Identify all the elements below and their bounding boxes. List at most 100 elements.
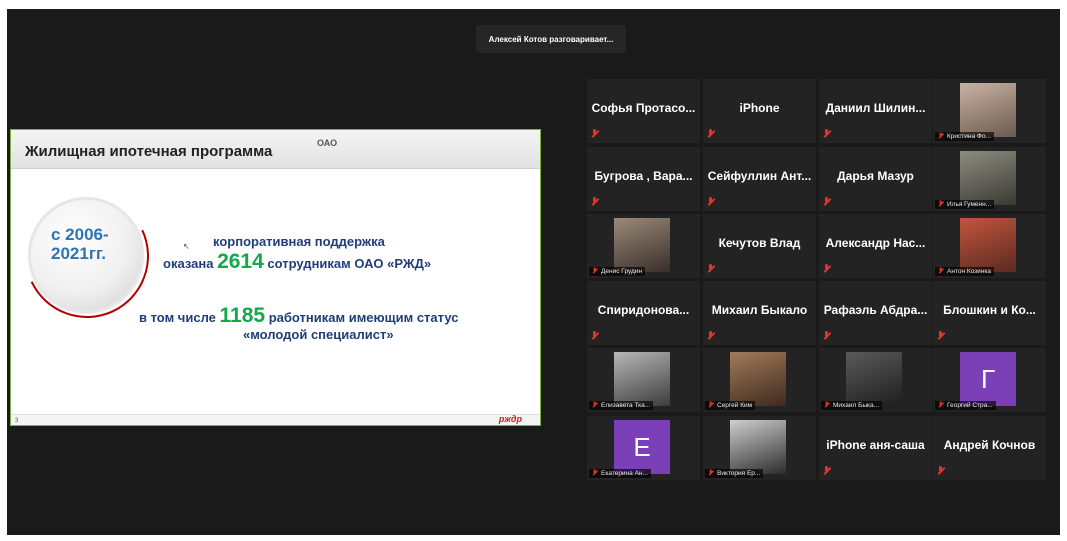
line3-suffix: работникам имеющим статус [268,310,459,325]
participant-name: Спиридонова... [597,303,690,317]
participant-name-text: Виктория Ер... [717,470,761,477]
participant-name: Илья Гуменн... [935,200,995,209]
participant-tile[interactable]: Андрей Кочнов [933,416,1046,480]
slide-line-3: в том числе 1185 работникам имеющим стат… [139,304,458,328]
participant-avatar: Е [614,420,670,474]
participant-tile[interactable]: Михаил Быка... [819,348,932,412]
participant-name: Дарья Мазур [837,169,914,183]
participant-tile[interactable]: iPhone [703,79,816,143]
participant-name-text: Георгий Стра... [947,402,993,409]
muted-mic-icon [938,267,944,273]
slide-line-4: «молодой специалист» [243,327,394,342]
slide-title: Жилищная ипотечная программа [25,143,273,160]
muted-mic-icon [824,401,830,407]
slide-line-2: оказана 2614 сотрудникам ОАО «РЖД» [163,250,431,274]
participant-video [846,352,902,406]
participant-tile[interactable]: Кечутов Влад [703,214,816,278]
participant-tile[interactable]: Антон Козинка [933,214,1046,278]
participant-name: Сергей Ким [705,401,756,410]
muted-mic-icon [592,267,598,273]
participant-name: Виктория Ер... [705,469,764,478]
muted-mic-icon [823,331,831,340]
participant-name: Рафаэль Абдра... [823,303,928,317]
participant-tile[interactable]: Блошкин и Ко... [933,281,1046,345]
rzd-logo: рждр [498,414,522,424]
participant-tile[interactable]: Илья Гуменн... [933,147,1046,211]
participant-tile[interactable]: Г Георгий Стра... [933,348,1046,412]
participant-tile[interactable]: Александр Нас... [819,214,932,278]
participant-avatar: Г [960,352,1016,406]
participant-name: Антон Козинка [935,267,994,276]
participant-name: Сейфуллин Ант... [707,169,812,183]
participant-name-text: Михаил Быка... [833,402,880,409]
line2-prefix: оказана [163,256,214,271]
slide-title-tail: ОАО [317,138,338,148]
participant-tile[interactable]: Спиридонова... [587,281,700,345]
participant-tile[interactable]: Виктория Ер... [703,416,816,480]
muted-mic-icon [592,401,598,407]
participant-tile[interactable]: Елизавета Тка... [587,348,700,412]
period-text: с 2006- 2021гг. [51,225,109,263]
participant-name: Бугрова , Вара... [594,169,693,183]
participant-name: Георгий Стра... [935,401,996,410]
participant-video [730,420,786,474]
line3-prefix: в том числе [139,310,216,325]
participant-name-text: Антон Козинка [947,268,991,275]
participant-tile[interactable]: Денис Грудин [587,214,700,278]
participant-name-text: Денис Грудин [601,268,643,275]
line3-number: 1185 [219,304,266,327]
muted-mic-icon [938,200,944,206]
participant-tile[interactable]: Сергей Ким [703,348,816,412]
muted-mic-icon [823,129,831,138]
muted-mic-icon [708,401,714,407]
participant-video [614,352,670,406]
participant-name: Александр Нас... [825,236,926,250]
participant-name: Софья Протасо... [591,101,696,115]
participant-name: Екатерина Ан... [589,469,651,478]
participant-tile[interactable]: Даниил Шилин... [819,79,932,143]
participant-name-text: Илья Гуменн... [947,201,992,208]
participant-tile[interactable]: Михаил Быкало [703,281,816,345]
muted-mic-icon [592,469,598,475]
participant-name: Михаил Быкало [711,303,808,317]
participant-name: iPhone аня-саша [826,438,925,452]
muted-mic-icon [937,331,945,340]
participant-tile[interactable]: Дарья Мазур [819,147,932,211]
participant-video [960,83,1016,137]
participant-tile[interactable]: Е Екатерина Ан... [587,416,700,480]
participant-video [730,352,786,406]
participant-name: iPhone [739,101,780,115]
muted-mic-icon [708,469,714,475]
line2-suffix: сотрудникам ОАО «РЖД» [267,256,432,271]
participant-tile[interactable]: Софья Протасо... [587,79,700,143]
participant-tile[interactable]: iPhone аня-саша [819,416,932,480]
participant-name: Кечутов Влад [718,236,801,250]
participant-tile[interactable]: Бугрова , Вара... [587,147,700,211]
participant-name: Блошкин и Ко... [943,303,1036,317]
muted-mic-icon [823,466,831,475]
muted-mic-icon [823,197,831,206]
shared-screen-slide: Жилищная ипотечная программа ОАО с 2006-… [10,129,541,426]
participant-name: Кристина Фо... [935,132,994,141]
participant-tile[interactable]: Кристина Фо... [933,79,1046,143]
participant-name: Елизавета Тка... [589,401,654,410]
participant-video [614,218,670,272]
muted-mic-icon [591,197,599,206]
slide-header: Жилищная ипотечная программа ОАО [11,130,540,169]
participant-name-text: Екатерина Ан... [601,470,648,477]
participant-tile[interactable]: Рафаэль Абдра... [819,281,932,345]
participant-name-text: Сергей Ким [717,402,753,409]
cursor-icon: ↖ [183,242,190,251]
muted-mic-icon [823,264,831,273]
participant-name-text: Елизавета Тка... [601,402,651,409]
participant-tile[interactable]: Сейфуллин Ант... [703,147,816,211]
muted-mic-icon [591,129,599,138]
muted-mic-icon [937,466,945,475]
participant-video [960,151,1016,205]
muted-mic-icon [707,331,715,340]
muted-mic-icon [938,132,944,138]
muted-mic-icon [938,401,944,407]
participant-name: Даниил Шилин... [825,101,926,115]
participant-name: Андрей Кочнов [943,438,1036,452]
participant-name: Денис Грудин [589,267,646,276]
